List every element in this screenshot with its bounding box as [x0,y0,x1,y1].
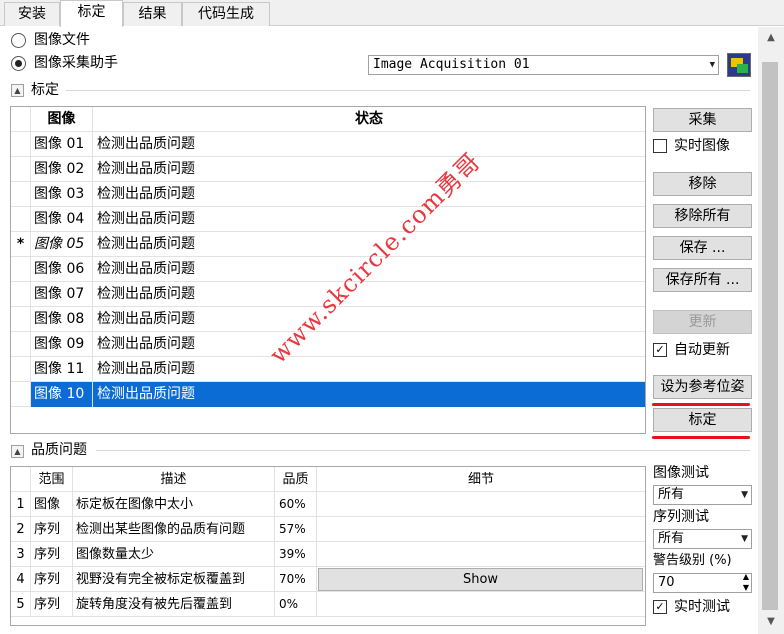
scrollbar-thumb[interactable] [762,62,778,610]
spin-up-icon[interactable]: ▲ [743,572,749,582]
tab-setup[interactable]: 安装 [4,2,60,26]
live-image-label: 实时图像 [674,138,730,154]
image-file-label: 图像文件 [34,32,90,48]
scroll-down-icon[interactable]: ▼ [758,612,784,632]
table-header-row: 图像 状态 [11,107,645,132]
quality-section-title: 品质问题 [31,442,87,458]
calibrate-button[interactable]: 标定 [653,408,752,432]
status-column-header[interactable]: 状态 [93,107,645,132]
spin-down-icon[interactable]: ▼ [743,583,749,593]
chevron-down-icon: ▼ [709,60,715,70]
scroll-up-icon[interactable]: ▲ [758,28,784,48]
calibration-image-table: 图像 状态 图像 01 检测出品质问题 图像 02 检测出品质问题 图像 03 … [10,106,646,434]
set-reference-pose-button[interactable]: 设为参考位姿 [653,375,752,399]
table-row[interactable]: 图像 01 检测出品质问题 [11,132,645,157]
image-column-header[interactable]: 图像 [31,107,93,132]
acquisition-assistant-radio[interactable] [11,56,26,71]
table-row[interactable]: 图像 09 检测出品质问题 [11,332,645,357]
tab-code-generation[interactable]: 代码生成 [182,2,270,26]
save-all-button[interactable]: 保存所有 ... [653,268,752,292]
acquisition-assistant-label: 图像采集助手 [34,55,118,71]
table-header-row: 范围 描述 品质 细节 [11,467,645,492]
warning-level-spinbox[interactable]: 70 ▲ ▼ [653,572,752,593]
sequence-test-label: 序列测试 [653,509,709,525]
image-test-label: 图像测试 [653,465,709,481]
calibration-section-title: 标定 [31,82,59,98]
collapse-calibration-icon[interactable]: ▲ [11,84,24,97]
chevron-down-icon: ▼ [741,490,748,500]
update-button[interactable]: 更新 [653,310,752,334]
warning-level-label: 警告级别 (%) [653,553,732,568]
table-row[interactable]: 图像 02 检测出品质问题 [11,157,645,182]
table-row[interactable]: * 图像 05 检测出品质问题 [11,232,645,257]
table-row[interactable]: 图像 03 检测出品质问题 [11,182,645,207]
table-row[interactable]: 图像 11 检测出品质问题 [11,357,645,382]
collapse-quality-icon[interactable]: ▲ [11,445,24,458]
table-row[interactable]: 4 序列 视野没有完全被标定板覆盖到 70% Show [11,567,645,592]
image-test-select[interactable]: 所有 ▼ [653,485,752,505]
acquisition-assistant-select[interactable]: Image Acquisition 01 ▼ [368,55,719,75]
show-detail-button[interactable]: Show [318,568,643,591]
auto-update-checkbox[interactable]: ✓ [653,343,667,357]
table-row[interactable]: 3 序列 图像数量太少 39% [11,542,645,567]
annotation-underline [652,436,750,439]
scope-column-header[interactable]: 范围 [31,467,73,492]
live-test-checkbox[interactable]: ✓ [653,600,667,614]
chevron-down-icon: ▼ [741,534,748,544]
tab-results[interactable]: 结果 [123,2,182,26]
table-row[interactable]: 图像 04 检测出品质问题 [11,207,645,232]
live-test-label: 实时测试 [674,599,730,615]
acquisition-assistant-value: Image Acquisition 01 [373,57,530,72]
quality-issues-table: 范围 描述 品质 细节 1 图像 标定板在图像中太小 60% 2 序列 检测出某… [10,466,646,626]
auto-update-label: 自动更新 [674,342,730,358]
reference-pose-marker: * [11,232,31,257]
tab-calibration[interactable]: 标定 [60,0,123,27]
description-column-header[interactable]: 描述 [73,467,275,492]
quality-column-header[interactable]: 品质 [275,467,317,492]
annotation-underline [652,403,750,406]
section-divider [96,450,750,451]
capture-button[interactable]: 采集 [653,108,752,132]
section-divider [66,90,750,91]
remove-all-button[interactable]: 移除所有 [653,204,752,228]
live-image-checkbox[interactable] [653,139,667,153]
detail-column-header[interactable]: 细节 [317,467,645,492]
remove-button[interactable]: 移除 [653,172,752,196]
sequence-test-select[interactable]: 所有 ▼ [653,529,752,549]
save-button[interactable]: 保存 ... [653,236,752,260]
acquisition-assistant-icon[interactable] [727,53,751,77]
table-row[interactable]: 2 序列 检测出某些图像的品质有问题 57% [11,517,645,542]
table-row-selected[interactable]: 图像 10 检测出品质问题 [11,382,645,407]
table-row[interactable]: 1 图像 标定板在图像中太小 60% [11,492,645,517]
table-row[interactable]: 5 序列 旋转角度没有被先后覆盖到 0% [11,592,645,617]
image-file-radio[interactable] [11,33,26,48]
